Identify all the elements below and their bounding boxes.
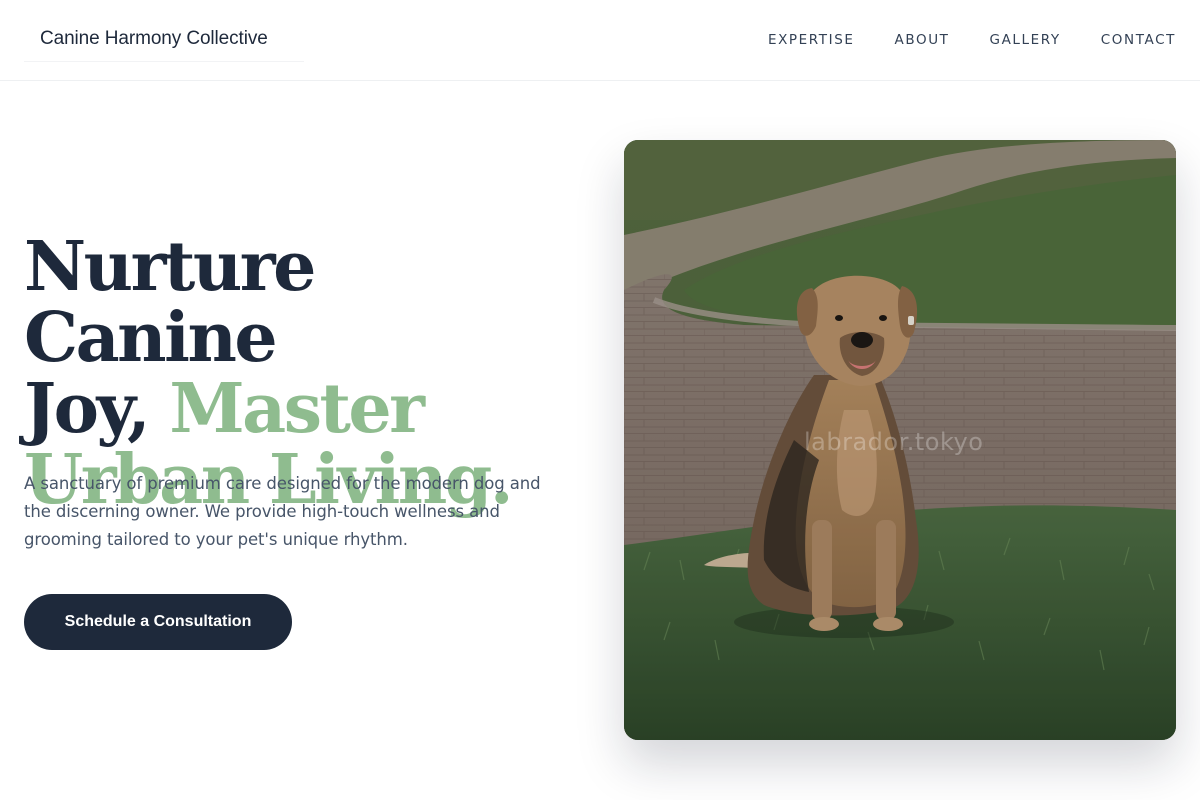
nav-link-contact[interactable]: CONTACT [1101,30,1176,50]
hero-dog-photo: labrador.tokyo [624,140,1176,740]
image-watermark: labrador.tokyo [804,428,984,456]
headline-line-1: Nurture Canine [24,227,316,378]
nav-link-gallery[interactable]: GALLERY [990,30,1061,50]
main-nav: EXPERTISE ABOUT GALLERY CONTACT [768,30,1176,50]
nav-link-expertise[interactable]: EXPERTISE [768,30,855,50]
nav-link-about[interactable]: ABOUT [895,30,950,50]
brand-logo[interactable]: Canine Harmony Collective [24,18,304,62]
headline-line-2-start: Joy, [24,369,170,449]
navbar: Canine Harmony Collective EXPERTISE ABOU… [0,0,1200,81]
headline-accent-1: Master [169,369,425,449]
schedule-consultation-button[interactable]: Schedule a Consultation [24,594,292,650]
hero-description: A sanctuary of premium care designed for… [24,474,541,549]
